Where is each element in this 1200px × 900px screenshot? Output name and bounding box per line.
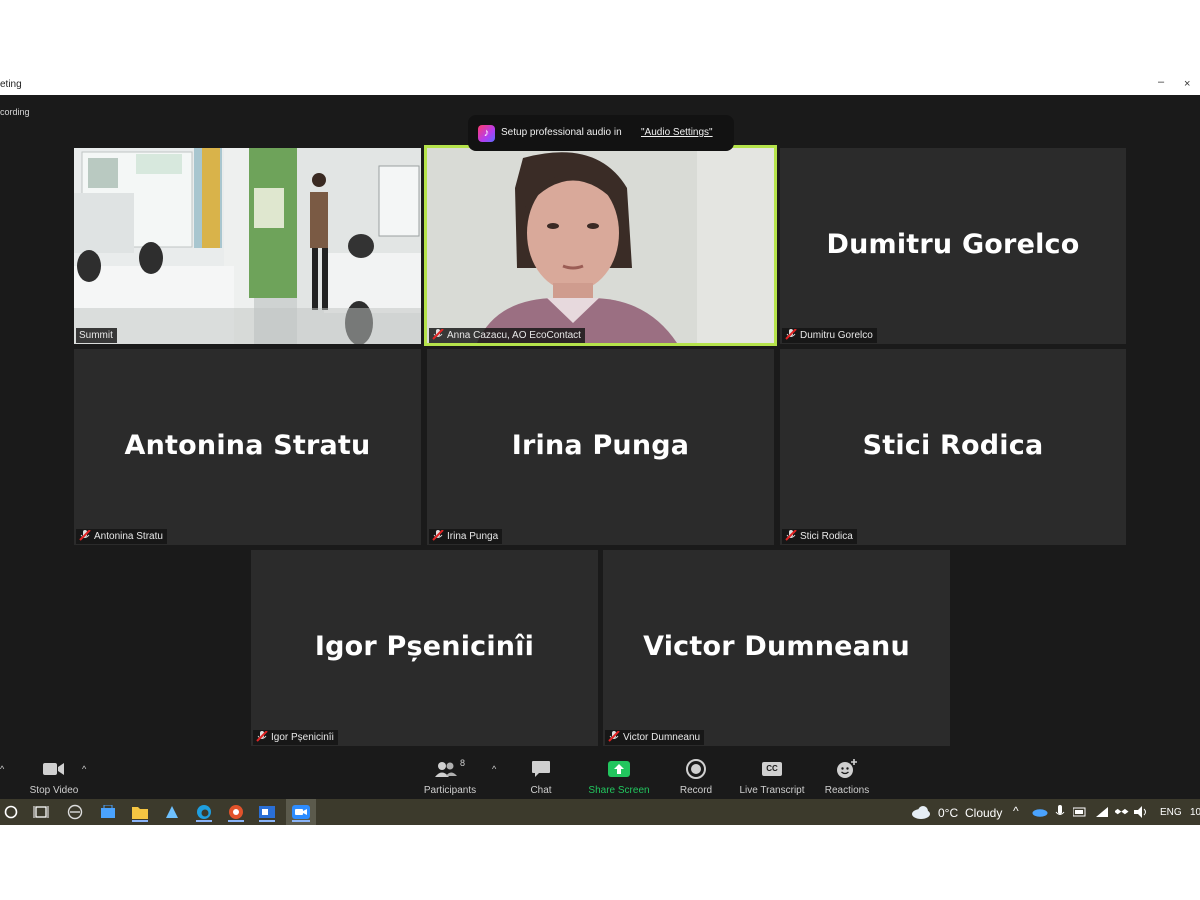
- participant-label-text: Antonina Stratu: [94, 531, 163, 542]
- meeting-controls: ^ Stop Video ^ 8 Participants ^ Chat Sha…: [0, 748, 1200, 799]
- video-tile-stici-rodica[interactable]: Stici Rodica Stici Rodica: [780, 349, 1126, 545]
- windows-taskbar: 0°C Cloudy ^ ENG 10: [0, 799, 1200, 825]
- participants-icon: [434, 762, 457, 777]
- participant-label: Summit: [76, 328, 117, 343]
- audio-settings-toast: ♪ Setup professional audio in "Audio Set…: [468, 115, 734, 151]
- task-view-icon[interactable]: [31, 802, 51, 822]
- mic-muted-icon: [432, 329, 444, 340]
- participant-display-name: Antonina Stratu: [124, 429, 371, 461]
- app-icon[interactable]: [65, 802, 85, 822]
- participant-display-name: Irina Punga: [511, 429, 690, 461]
- meeting-window: cording Summit Anna Cazacu, AO EcoContac…: [0, 95, 1200, 799]
- input-language[interactable]: ENG: [1160, 807, 1182, 818]
- participant-label: Igor Pșenicinîi: [253, 730, 338, 745]
- closed-caption-icon: CC: [762, 762, 782, 776]
- toast-message: Setup professional audio in: [501, 127, 622, 138]
- record-icon: [686, 759, 706, 779]
- participant-label: Dumitru Gorelco: [782, 328, 877, 343]
- mic-muted-icon: [79, 530, 91, 541]
- participants-button[interactable]: 8 Participants: [405, 758, 495, 796]
- video-camera-icon: [43, 763, 64, 775]
- mic-muted-icon: [785, 530, 797, 541]
- mic-muted-icon: [432, 530, 444, 541]
- file-explorer-icon[interactable]: [130, 802, 150, 822]
- participant-label-text: Victor Dumneanu: [623, 732, 701, 743]
- participant-label: Anna Cazacu, AO EcoContact: [429, 328, 585, 343]
- smiley-plus-icon: [837, 759, 857, 778]
- volume-icon[interactable]: [1132, 802, 1152, 822]
- mic-muted-icon: [256, 731, 268, 742]
- app-icon[interactable]: [162, 802, 182, 822]
- video-tile-active-speaker[interactable]: Anna Cazacu, AO EcoContact: [424, 145, 777, 346]
- stop-video-label: Stop Video: [29, 785, 79, 796]
- participant-display-name: Dumitru Gorelco: [826, 228, 1080, 260]
- close-button[interactable]: ×: [1184, 78, 1190, 90]
- conference-room-video: [74, 148, 421, 344]
- video-tile-antonina-stratu[interactable]: Antonina Stratu Antonina Stratu: [74, 349, 421, 545]
- window-title: eting: [0, 79, 22, 90]
- participant-label: Antonina Stratu: [76, 529, 167, 544]
- participant-label-text: Dumitru Gorelco: [800, 330, 873, 341]
- zoom-icon[interactable]: [291, 802, 311, 822]
- minimize-button[interactable]: –: [1158, 76, 1164, 88]
- mic-muted-icon: [785, 329, 797, 340]
- chat-label: Chat: [530, 785, 552, 796]
- video-options-caret[interactable]: ^: [82, 764, 86, 774]
- music-note-icon: ♪: [478, 125, 495, 142]
- mic-muted-icon: [608, 731, 620, 742]
- recording-indicator: cording: [0, 107, 30, 117]
- participant-label-text: Anna Cazacu, AO EcoContact: [447, 330, 581, 341]
- participant-label: Stici Rodica: [782, 529, 857, 544]
- video-tile-irina-punga[interactable]: Irina Punga Irina Punga: [427, 349, 774, 545]
- weather-temperature[interactable]: 0°C: [938, 806, 958, 820]
- participant-label-text: Stici Rodica: [800, 531, 853, 542]
- window-titlebar: eting – ×: [0, 76, 1200, 95]
- microphone-icon[interactable]: [1050, 802, 1070, 822]
- participant-label: Irina Punga: [429, 529, 503, 544]
- video-tile-victor-dumneanu[interactable]: Victor Dumneanu Victor Dumneanu: [603, 550, 950, 746]
- participants-label: Participants: [423, 785, 477, 796]
- participant-display-name: Stici Rodica: [862, 429, 1044, 461]
- outlook-icon[interactable]: [257, 802, 277, 822]
- browser-icon[interactable]: [226, 802, 246, 822]
- audio-settings-link[interactable]: "Audio Settings": [641, 127, 713, 138]
- participant-display-name: Victor Dumneanu: [643, 630, 910, 662]
- participant-label: Victor Dumneanu: [605, 730, 705, 745]
- participants-count: 8: [459, 758, 465, 768]
- store-icon[interactable]: [98, 802, 118, 822]
- video-tile-igor-psenicinii[interactable]: Igor Pșenicinîi Igor Pșenicinîi: [251, 550, 598, 746]
- share-screen-icon: [608, 761, 630, 777]
- edge-browser-icon[interactable]: [194, 802, 214, 822]
- battery-icon[interactable]: [1070, 802, 1090, 822]
- weather-condition[interactable]: Cloudy: [965, 806, 1002, 820]
- reactions-label: Reactions: [824, 785, 870, 796]
- dropbox-icon[interactable]: [1112, 802, 1132, 822]
- participant-display-name: Igor Pșenicinîi: [314, 630, 535, 662]
- cloud-weather-icon[interactable]: [911, 802, 931, 822]
- video-tile-summit[interactable]: Summit: [74, 148, 421, 344]
- onedrive-icon[interactable]: [1030, 802, 1050, 822]
- reactions-button[interactable]: Reactions: [802, 758, 892, 796]
- tray-overflow-chevron-icon[interactable]: ^: [1013, 804, 1019, 818]
- participant-label-text: Irina Punga: [447, 531, 499, 542]
- wifi-icon[interactable]: [1092, 802, 1112, 822]
- video-tile-dumitru-gorelco[interactable]: Dumitru Gorelco Dumitru Gorelco: [780, 148, 1126, 344]
- audio-options-caret[interactable]: ^: [0, 764, 4, 774]
- chat-icon: [532, 761, 550, 777]
- participant-video: [427, 148, 774, 343]
- chat-button[interactable]: Chat: [496, 758, 586, 796]
- cortana-search-icon[interactable]: [1, 802, 21, 822]
- participant-label-text: Igor Pșenicinîi: [271, 732, 334, 743]
- clock[interactable]: 10: [1190, 807, 1200, 818]
